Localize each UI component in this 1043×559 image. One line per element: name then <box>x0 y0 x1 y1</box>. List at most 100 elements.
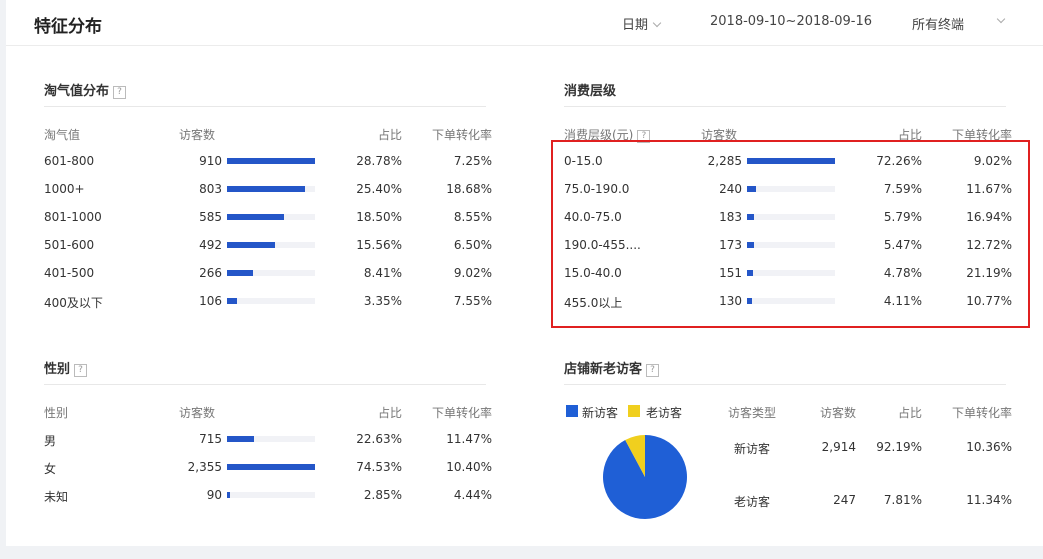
col-header-visitors: 访客数 <box>179 406 216 420</box>
row-conv: 18.68% <box>446 182 492 196</box>
row-share: 3.35% <box>363 294 402 308</box>
bar-fill <box>227 214 284 220</box>
row-label: 801-1000 <box>44 210 102 224</box>
row-conv: 11.34% <box>966 493 1012 507</box>
row-label: 新访客 <box>734 442 771 456</box>
row-share: 28.78% <box>356 154 402 168</box>
bar-track <box>227 214 315 220</box>
taoqi-section: 淘气值分布? 淘气值 访客数 占比 下单转化率 601-800 910 28.78%… <box>44 80 492 320</box>
row-visitors: 2,355 <box>187 460 222 474</box>
gender-section: 性别? 性别 访客数 占比 下单转化率 男 715 22.63% 11.47% 女 2,3… <box>44 358 492 518</box>
row-visitors: 492 <box>199 238 222 252</box>
legend-new-label[interactable]: 新访客 <box>582 404 618 421</box>
row-conv: 6.50% <box>453 238 492 252</box>
bar-fill <box>227 464 315 470</box>
help-icon[interactable]: ? <box>646 364 660 377</box>
chevron-down-icon <box>652 18 662 28</box>
bar-track <box>227 242 315 248</box>
divider <box>44 384 486 385</box>
row-share: 15.56% <box>356 238 402 252</box>
row-label: 601-800 <box>44 154 95 168</box>
bar-fill <box>227 492 230 498</box>
row-label: 未知 <box>44 490 69 504</box>
bar-track <box>227 158 315 164</box>
section-title: 性别? <box>44 358 88 377</box>
row-share: 8.41% <box>363 266 402 280</box>
date-dropdown-label: 日期 <box>622 18 649 33</box>
legend-new-swatch <box>566 405 578 417</box>
bar-fill <box>227 158 315 164</box>
bar-track <box>227 186 315 192</box>
row-conv: 8.55% <box>453 210 492 224</box>
section-title-text: 性别 <box>44 362 71 377</box>
bar-track <box>227 492 315 498</box>
page-title: 特征分布 <box>34 17 102 37</box>
row-visitors: 90 <box>206 488 222 502</box>
date-dropdown[interactable]: 日期 <box>622 14 662 33</box>
highlight-box <box>551 140 1030 328</box>
device-dropdown[interactable]: 所有终端 <box>912 14 964 33</box>
row-conv: 7.25% <box>453 154 492 168</box>
bar-track <box>227 464 315 470</box>
device-dropdown-label: 所有终端 <box>912 18 965 33</box>
section-title: 消费层级 <box>564 84 617 99</box>
date-range[interactable]: 2018-09-10~2018-09-16 <box>710 14 872 29</box>
row-conv: 7.55% <box>453 294 492 308</box>
row-label: 1000+ <box>44 182 85 196</box>
row-visitors: 803 <box>199 182 222 196</box>
row-share: 22.63% <box>356 432 402 446</box>
row-label: 501-600 <box>44 238 95 252</box>
row-label: 400及以下 <box>44 296 103 310</box>
bar-fill <box>227 186 305 192</box>
row-share: 7.81% <box>883 493 922 507</box>
card-header: 特征分布 日期 2018-09-10~2018-09-16 所有终端 <box>6 0 1043 46</box>
col-header-label: 淘气值 <box>44 128 81 142</box>
row-conv: 4.44% <box>453 488 492 502</box>
feature-distribution-card: 特征分布 日期 2018-09-10~2018-09-16 所有终端 淘气值分布… <box>6 0 1043 546</box>
legend-old-swatch <box>628 405 640 417</box>
row-share: 25.40% <box>356 182 402 196</box>
col-header-conv: 下单转化率 <box>951 406 1012 420</box>
help-icon[interactable]: ? <box>113 86 127 99</box>
bar-track <box>227 270 315 276</box>
col-header-share: 占比 <box>897 406 922 420</box>
section-title: 店铺新老访客? <box>564 358 660 377</box>
visitor-pie-chart <box>603 435 687 519</box>
legend-old-label[interactable]: 老访客 <box>646 404 682 421</box>
section-title-text: 店铺新老访客 <box>564 362 643 377</box>
row-share: 2.85% <box>363 488 402 502</box>
row-label: 男 <box>44 434 57 448</box>
col-header-conv: 下单转化率 <box>431 128 492 142</box>
row-share: 92.19% <box>876 440 922 454</box>
row-share: 18.50% <box>356 210 402 224</box>
row-label: 老访客 <box>734 495 771 509</box>
row-visitors: 715 <box>199 432 222 446</box>
section-title-text: 淘气值分布 <box>44 84 110 99</box>
col-header-visitors: 访客数 <box>819 406 856 420</box>
divider <box>44 106 486 107</box>
bar-track <box>227 298 315 304</box>
help-icon[interactable]: ? <box>74 364 88 377</box>
bar-fill <box>227 270 253 276</box>
bar-track <box>227 436 315 442</box>
col-header-share: 占比 <box>377 128 402 142</box>
row-visitors: 2,914 <box>821 440 856 454</box>
row-conv: 11.47% <box>446 432 492 446</box>
row-conv: 10.40% <box>446 460 492 474</box>
chevron-down-icon[interactable] <box>996 14 1006 24</box>
row-label: 女 <box>44 462 57 476</box>
visitor-section: 店铺新老访客? 新访客 老访客 访客类型 访客数 占比 下单转化率 新访客 2,9… <box>564 358 1012 538</box>
section-title: 淘气值分布? <box>44 80 127 99</box>
row-visitors: 106 <box>199 294 222 308</box>
row-visitors: 585 <box>199 210 222 224</box>
row-conv: 9.02% <box>453 266 492 280</box>
row-label: 401-500 <box>44 266 95 280</box>
col-header-type: 访客类型 <box>728 406 777 420</box>
col-header-label: 性别 <box>44 406 69 420</box>
row-visitors: 266 <box>199 266 222 280</box>
col-header-visitors: 访客数 <box>179 128 216 142</box>
divider <box>564 106 1006 107</box>
row-conv: 10.36% <box>966 440 1012 454</box>
col-header-conv: 下单转化率 <box>431 406 492 420</box>
bar-fill <box>227 298 237 304</box>
